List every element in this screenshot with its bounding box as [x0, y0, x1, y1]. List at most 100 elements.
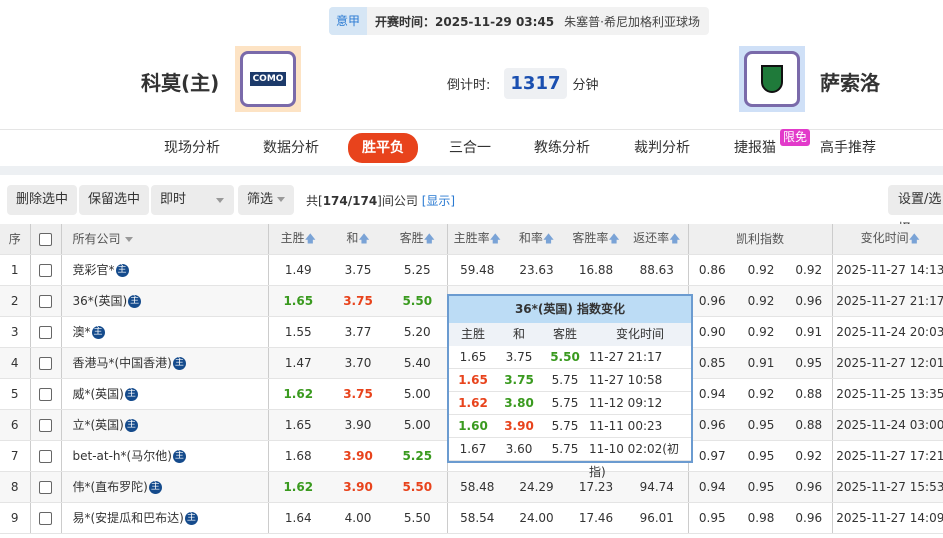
table-row[interactable]: 1 竞彩官* 主 1.49 3.75 5.25 59.48 23.63 16.88 88.63 0.… — [0, 254, 943, 286]
company-name[interactable]: 香港马*(中国香港) 主 — [60, 347, 268, 379]
tab-jiebaomao[interactable]: 捷报猫 — [734, 138, 776, 164]
company-name[interactable]: 易*(安提瓜和巴布达) 主 — [60, 502, 268, 534]
odds-cell[interactable]: 1.65 — [267, 285, 328, 317]
change-time[interactable]: 2025-11-24 03:00 — [831, 409, 943, 441]
table-row[interactable]: 9 易*(安提瓜和巴布达) 主 1.64 4.00 5.50 58.54 24.00 17.46… — [0, 502, 943, 534]
odds-cell[interactable]: 3.90 — [328, 471, 388, 503]
company-name[interactable]: 36*(英国) 主 — [60, 285, 268, 317]
company-name[interactable]: 澳* 主 — [60, 316, 268, 348]
odds-cell[interactable]: 1.68 — [267, 440, 328, 472]
away-team-logo[interactable] — [739, 46, 805, 112]
row-checkbox[interactable] — [29, 316, 61, 348]
popup-cell: 11-11 00:23 — [589, 419, 663, 433]
tab-referee-analysis[interactable]: 裁判分析 — [634, 138, 690, 164]
col-home[interactable]: 主胜🡅 — [267, 224, 328, 255]
row-checkbox[interactable] — [29, 285, 61, 317]
col-label: 主胜率 — [453, 230, 490, 245]
col-away[interactable]: 客胜🡅 — [388, 224, 447, 255]
main-badge-icon: 主 — [124, 419, 138, 432]
odds-cell[interactable]: 3.90 — [328, 409, 388, 441]
settings-button[interactable]: 设置/选择 — [888, 185, 943, 237]
odds-cell[interactable]: 5.40 — [388, 347, 447, 379]
tab-1x2[interactable]: 胜平负 — [348, 133, 418, 163]
col-time[interactable]: 变化时间🡅 — [831, 224, 943, 255]
odds-cell[interactable]: 5.00 — [388, 409, 447, 441]
change-time[interactable]: 2025-11-27 14:09 — [831, 502, 943, 534]
select-all-checkbox[interactable] — [29, 224, 61, 255]
col-away-rate[interactable]: 客胜率🡅 — [566, 224, 626, 255]
odds-change-popup: 36*(英国) 指数变化 主胜 和 客胜 变化时间 1.65 3.75 5.50 11… — [447, 294, 693, 479]
row-checkbox[interactable] — [29, 378, 61, 410]
col-return-rate[interactable]: 返还率🡅 — [626, 224, 688, 255]
change-time[interactable]: 2025-11-27 15:53 — [831, 471, 943, 503]
change-time[interactable]: 2025-11-27 21:17 — [831, 285, 943, 317]
company-name[interactable]: 伟*(直布罗陀) 主 — [60, 471, 268, 503]
main-badge-icon: 主 — [115, 264, 129, 277]
odds-cell[interactable]: 4.00 — [328, 502, 388, 534]
filter-dropdown[interactable]: 筛选 — [238, 185, 295, 215]
away-team-name[interactable]: 萨索洛 — [820, 67, 880, 96]
odds-cell[interactable]: 5.25 — [388, 254, 447, 286]
tab-expert-picks[interactable]: 高手推荐 — [820, 138, 876, 164]
col-company[interactable]: 所有公司 — [60, 224, 268, 255]
row-checkbox[interactable] — [29, 347, 61, 379]
odds-cell[interactable]: 1.62 — [267, 471, 328, 503]
change-time[interactable]: 2025-11-25 13:35 — [831, 378, 943, 410]
row-seq: 8 — [0, 471, 30, 503]
popup-cell: 5.75 — [551, 373, 579, 387]
sort-arrow-icon: 🡅 — [489, 231, 501, 245]
company-name[interactable]: 威*(英国) 主 — [60, 378, 268, 410]
odds-cell[interactable]: 5.25 — [388, 440, 447, 472]
change-time[interactable]: 2025-11-27 14:13 — [831, 254, 943, 286]
odds-cell[interactable]: 3.75 — [328, 285, 388, 317]
change-time[interactable]: 2025-11-27 12:01 — [831, 347, 943, 379]
odds-cell[interactable]: 5.20 — [388, 316, 447, 348]
main-badge-icon: 主 — [124, 388, 138, 401]
tab-live-analysis[interactable]: 现场分析 — [164, 138, 220, 164]
odds-cell[interactable]: 5.50 — [388, 285, 447, 317]
change-time[interactable]: 2025-11-24 20:03 — [831, 316, 943, 348]
home-team-name[interactable]: 科莫(主) — [141, 67, 219, 96]
odds-cell[interactable]: 3.75 — [328, 254, 388, 286]
company-name[interactable]: 竞彩官* 主 — [60, 254, 268, 286]
odds-cell[interactable]: 1.65 — [267, 409, 328, 441]
odds-cell[interactable]: 1.47 — [267, 347, 328, 379]
table-row[interactable]: 8 伟*(直布罗陀) 主 1.62 3.90 5.50 58.48 24.29 17.23 94.… — [0, 471, 943, 503]
show-link[interactable]: [显示] — [422, 194, 455, 208]
col-home-rate[interactable]: 主胜率🡅 — [446, 224, 507, 255]
keep-selected-button[interactable]: 保留选中 — [79, 185, 150, 215]
odds-cell[interactable]: 5.50 — [388, 502, 447, 534]
popup-cell: 5.75 — [551, 419, 579, 433]
col-draw[interactable]: 和🡅 — [328, 224, 388, 255]
tab-data-analysis[interactable]: 数据分析 — [263, 138, 319, 164]
row-checkbox[interactable] — [29, 254, 61, 286]
row-checkbox[interactable] — [29, 440, 61, 472]
company-name[interactable]: bet-at-h*(马尔他) 主 — [60, 440, 268, 472]
count-suffix: ]间公司 — [377, 194, 418, 208]
mode-select[interactable]: 即时 — [151, 185, 234, 215]
row-checkbox[interactable] — [29, 471, 61, 503]
row-checkbox[interactable] — [29, 409, 61, 441]
filter-label: 筛选 — [247, 192, 274, 207]
tab-three-in-one[interactable]: 三合一 — [449, 138, 491, 164]
odds-cell[interactable]: 3.77 — [328, 316, 388, 348]
odds-cell[interactable]: 1.55 — [267, 316, 328, 348]
col-draw-rate[interactable]: 和率🡅 — [507, 224, 566, 255]
row-checkbox[interactable] — [29, 502, 61, 534]
odds-cell[interactable]: 3.90 — [328, 440, 388, 472]
delete-selected-button[interactable]: 删除选中 — [7, 185, 78, 215]
odds-cell[interactable]: 3.70 — [328, 347, 388, 379]
league-label[interactable]: 意甲 — [329, 7, 368, 35]
odds-cell[interactable]: 5.00 — [388, 378, 447, 410]
company-name[interactable]: 立*(英国) 主 — [60, 409, 268, 441]
odds-cell[interactable]: 1.62 — [267, 378, 328, 410]
odds-cell[interactable]: 1.49 — [267, 254, 328, 286]
popup-cell: 3.60 — [505, 442, 533, 456]
tab-coach-analysis[interactable]: 教练分析 — [534, 138, 590, 164]
odds-cell[interactable]: 3.75 — [328, 378, 388, 410]
odds-cell[interactable]: 1.64 — [267, 502, 328, 534]
odds-cell[interactable]: 5.50 — [388, 471, 447, 503]
home-team-logo[interactable]: COMO — [235, 46, 301, 112]
change-time[interactable]: 2025-11-27 17:21 — [831, 440, 943, 472]
popup-title: 36*(英国) 指数变化 — [449, 296, 691, 323]
